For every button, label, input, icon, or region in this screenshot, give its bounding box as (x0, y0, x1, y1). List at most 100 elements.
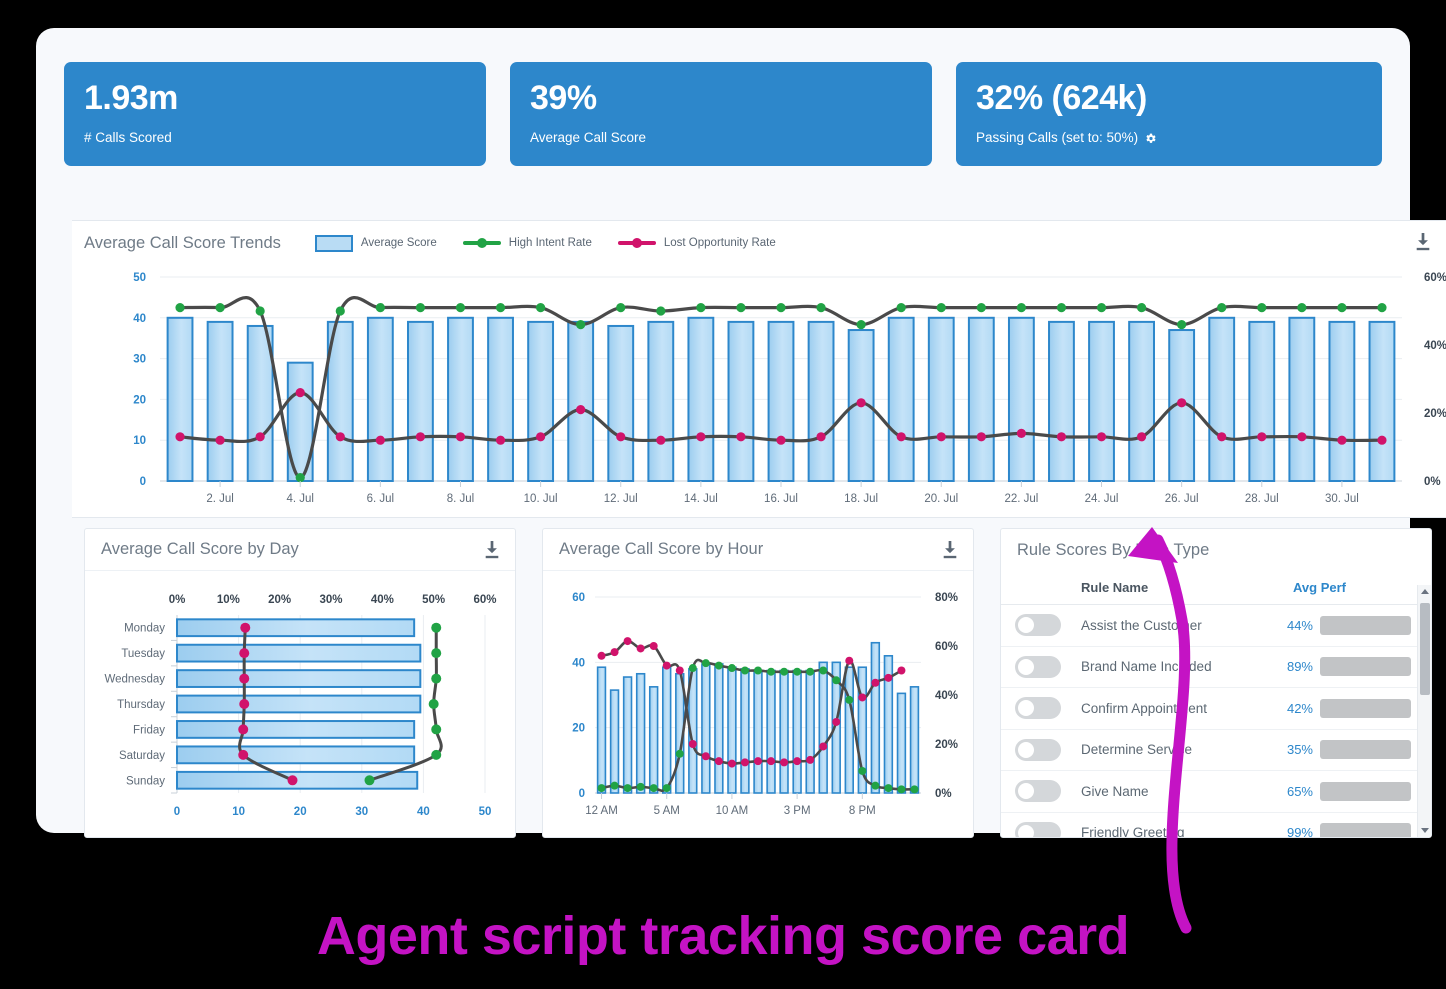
avg-perf-bar (1320, 657, 1411, 677)
caret-down-icon[interactable] (1418, 823, 1432, 837)
svg-text:40: 40 (417, 806, 430, 818)
svg-text:0%: 0% (1424, 476, 1441, 488)
svg-text:Wednesday: Wednesday (104, 674, 165, 686)
svg-text:10%: 10% (217, 594, 240, 606)
trends-chart-body: 0 10 20 30 40 50 0% 20% 40% 60% 2. Jul 4. Jul 6. Jul… (72, 265, 1446, 517)
rules-scrollbar[interactable] (1417, 585, 1431, 837)
svg-text:50: 50 (479, 806, 492, 818)
avg-perf-value: 42% (1286, 700, 1313, 716)
legend-line-swatch-magenta (617, 241, 656, 245)
svg-text:0: 0 (140, 476, 146, 488)
svg-text:60%: 60% (935, 641, 958, 653)
legend-label: Lost Opportunity Rate (663, 237, 776, 249)
legend-line-swatch-green (462, 241, 501, 245)
table-row: Determine Service 35% (1001, 730, 1417, 771)
svg-text:30. Jul: 30. Jul (1325, 493, 1359, 505)
rule-toggle[interactable] (1015, 614, 1061, 637)
caret-up-icon[interactable] (1418, 585, 1432, 599)
svg-text:0%: 0% (169, 594, 186, 606)
column-header-rule-name[interactable]: Rule Name (1081, 580, 1293, 595)
kpi-label-text: # Calls Scored (84, 130, 172, 145)
screenshot-root: 1.93m # Calls Scored 39% Average Call Sc… (0, 0, 1446, 989)
page-title: Average Call Score Trends (84, 233, 281, 252)
rules-table-header: Rule Name Avg Perf (1001, 571, 1431, 605)
svg-text:8. Jul: 8. Jul (447, 493, 475, 505)
svg-text:0: 0 (579, 788, 585, 800)
svg-text:10. Jul: 10. Jul (524, 493, 558, 505)
avg-perf-cell: 44% (1283, 615, 1411, 635)
svg-text:10: 10 (133, 435, 146, 447)
download-icon[interactable] (1414, 232, 1432, 252)
svg-text:30: 30 (133, 354, 146, 366)
svg-text:20: 20 (133, 394, 146, 406)
svg-text:30: 30 (355, 806, 368, 818)
svg-text:12. Jul: 12. Jul (604, 493, 638, 505)
by-day-header: Average Call Score by Day (85, 529, 515, 571)
avg-perf-cell: 99% (1283, 823, 1411, 837)
by-hour-chart: 0 20 40 60 0% 20% 40% 60% 80% 12 AM 5 AM 10 AM 3 PM 8… (572, 592, 958, 817)
avg-perf-bar (1320, 823, 1411, 837)
svg-text:40%: 40% (371, 594, 394, 606)
table-row: Confirm Appointment 42% (1001, 688, 1417, 730)
svg-text:Friday: Friday (133, 724, 165, 736)
legend-item-high-intent-rate: High Intent Rate (462, 237, 592, 249)
svg-text:18. Jul: 18. Jul (844, 493, 878, 505)
avg-perf-cell: 65% (1283, 781, 1411, 801)
svg-text:20: 20 (294, 806, 307, 818)
avg-perf-bar (1320, 698, 1411, 718)
svg-text:Saturday: Saturday (119, 750, 165, 762)
svg-text:2. Jul: 2. Jul (206, 493, 234, 505)
rule-name: Friendly Greeting (1081, 825, 1185, 837)
gear-icon[interactable] (1144, 132, 1157, 145)
svg-text:60%: 60% (1424, 272, 1446, 284)
rules-table-body[interactable]: Assist the Customer 44% Brand Name Include… (1001, 605, 1417, 837)
table-row: Brand Name Included 89% (1001, 647, 1417, 688)
svg-text:Sunday: Sunday (126, 775, 165, 787)
rule-toggle[interactable] (1015, 655, 1061, 678)
dashboard-shell: 1.93m # Calls Scored 39% Average Call Sc… (36, 28, 1446, 838)
svg-text:26. Jul: 26. Jul (1165, 493, 1199, 505)
avg-perf-bar (1320, 781, 1411, 801)
avg-perf-bar (1320, 740, 1411, 760)
by-day-title: Average Call Score by Day (101, 540, 299, 558)
trends-chart: 0 10 20 30 40 50 0% 20% 40% 60% 2. Jul 4. Jul 6. Jul… (133, 272, 1446, 505)
svg-text:14. Jul: 14. Jul (684, 493, 718, 505)
svg-text:20%: 20% (268, 594, 291, 606)
by-hour-header: Average Call Score by Hour (543, 529, 973, 571)
kpi-label: # Calls Scored (84, 130, 466, 145)
svg-text:50: 50 (133, 272, 146, 284)
legend-item-lost-opportunity-rate: Lost Opportunity Rate (617, 237, 776, 249)
svg-text:6. Jul: 6. Jul (367, 493, 395, 505)
download-icon[interactable] (941, 540, 959, 560)
svg-text:10: 10 (232, 806, 245, 818)
table-row: Assist the Customer 44% (1001, 605, 1417, 647)
svg-text:4. Jul: 4. Jul (286, 493, 314, 505)
scrollbar-thumb[interactable] (1420, 603, 1430, 695)
svg-text:Monday: Monday (124, 623, 165, 635)
rule-toggle[interactable] (1015, 821, 1061, 837)
rule-name: Assist the Customer (1081, 617, 1202, 633)
download-icon[interactable] (483, 540, 501, 560)
avg-perf-value: 89% (1286, 659, 1313, 675)
svg-text:10 AM: 10 AM (716, 805, 749, 817)
rule-toggle[interactable] (1015, 780, 1061, 803)
column-header-avg-perf[interactable]: Avg Perf (1293, 580, 1419, 595)
rule-toggle[interactable] (1015, 738, 1061, 761)
rules-header: Rule Scores By Rule Type (1001, 529, 1431, 571)
avg-perf-value: 44% (1286, 617, 1313, 633)
svg-text:Thursday: Thursday (117, 699, 165, 711)
kpi-card-average-call-score: 39% Average Call Score (510, 62, 932, 166)
trends-header: Average Call Score Trends Average Score … (72, 221, 1446, 265)
svg-text:0%: 0% (935, 788, 952, 800)
table-row: Friendly Greeting 99% (1001, 813, 1417, 837)
trends-legend: Average Score High Intent Rate Lost Oppo… (314, 234, 776, 252)
rule-toggle[interactable] (1015, 697, 1061, 720)
avg-perf-value: 65% (1286, 783, 1313, 799)
svg-text:8 PM: 8 PM (849, 805, 876, 817)
svg-text:28. Jul: 28. Jul (1245, 493, 1279, 505)
kpi-label-text: Passing Calls (set to: 50%) (976, 130, 1139, 145)
kpi-label: Passing Calls (set to: 50%) (976, 130, 1362, 145)
average-call-score-trends-panel: Average Call Score Trends Average Score … (72, 220, 1446, 518)
legend-item-average-score: Average Score (314, 234, 437, 252)
svg-text:50%: 50% (422, 594, 445, 606)
